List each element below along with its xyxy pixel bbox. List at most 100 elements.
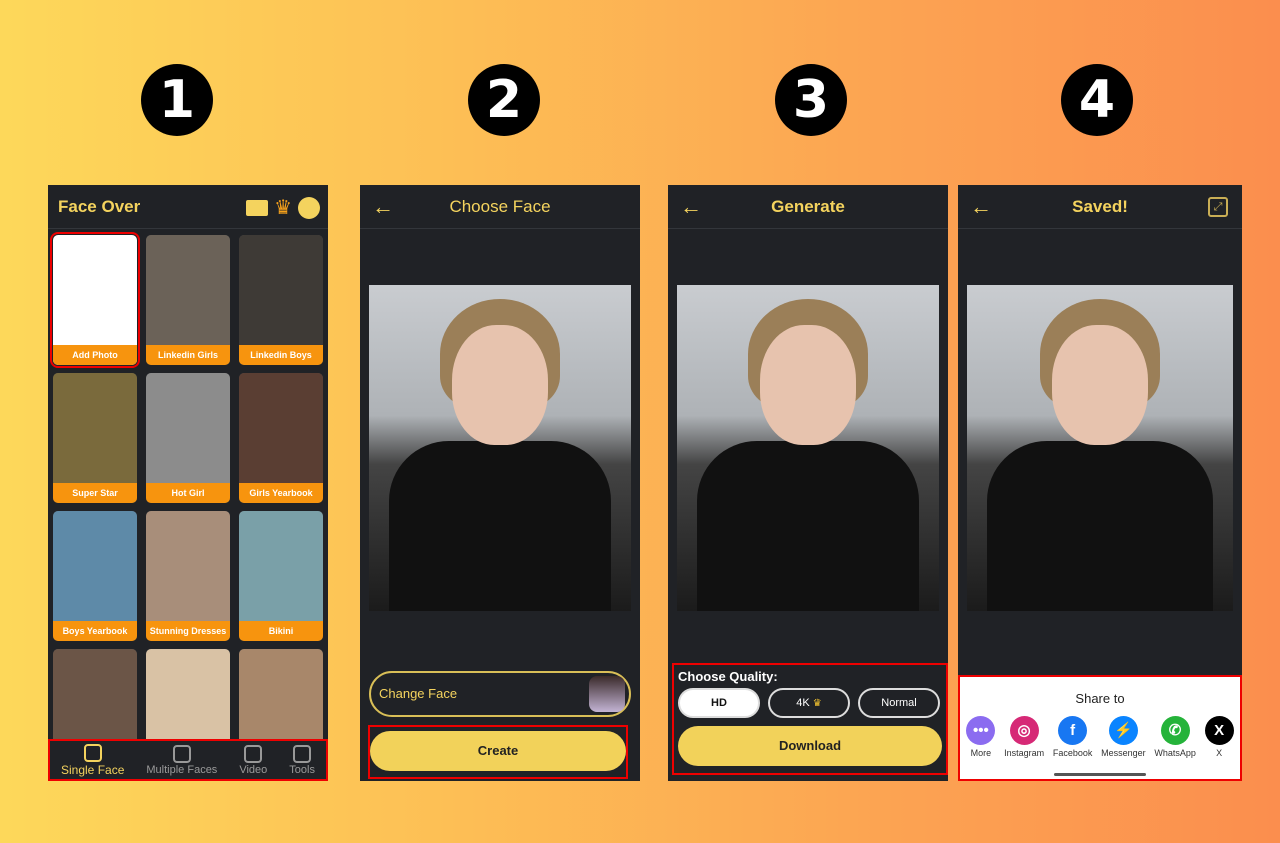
download-button[interactable]: Download	[678, 726, 942, 766]
back-arrow-icon[interactable]: ←	[372, 194, 394, 220]
create-highlight: Create	[368, 725, 628, 779]
template-card[interactable]: Girls Yearbook	[239, 373, 323, 503]
card-label: Stunning Dresses	[146, 621, 230, 641]
share-instagram[interactable]: ◎ Instagram	[1004, 716, 1044, 758]
card-label: Super Star	[53, 483, 137, 503]
messenger-icon: ⚡	[1108, 716, 1138, 745]
tools-icon	[293, 744, 312, 763]
card-label: Hot Girl	[146, 483, 230, 503]
expand-icon[interactable]: ⤢	[1208, 196, 1228, 217]
add-photo-card[interactable]: Add Photo	[50, 232, 140, 368]
template-card[interactable]: Linkedin Girls	[146, 235, 230, 365]
share-messenger[interactable]: ⚡ Messenger	[1101, 716, 1146, 758]
card-label: Boys Yearbook	[53, 621, 137, 641]
step-badge-4: 4	[1061, 64, 1133, 136]
template-thumbnail	[146, 511, 230, 621]
template-thumbnail	[53, 511, 137, 621]
facebook-icon: f	[1058, 716, 1088, 745]
screen-home: Face Over ♛ Add Photo Linkedin Girls Linke…	[48, 185, 328, 781]
generated-photo	[677, 285, 939, 611]
template-grid: Add Photo Linkedin Girls Linkedin Boys Supe…	[48, 232, 328, 779]
face-thumbnail	[589, 676, 625, 712]
nav-multiple-faces[interactable]: Multiple Faces	[146, 744, 218, 776]
app-header: Face Over ♛	[48, 185, 328, 229]
step-badge-3: 3	[775, 64, 847, 136]
share-x[interactable]: XX	[1204, 716, 1234, 758]
folder-icon[interactable]	[246, 199, 269, 216]
change-face-label: Change Face	[379, 686, 458, 701]
share-title: Share to	[1075, 691, 1125, 706]
card-label: Girls Yearbook	[239, 483, 323, 503]
template-thumbnail	[146, 373, 230, 483]
template-thumbnail	[239, 235, 323, 345]
share-more[interactable]: ••• More	[966, 716, 996, 758]
saved-photo	[967, 285, 1233, 611]
change-face-button[interactable]: Change Face	[369, 671, 631, 717]
template-card[interactable]: Bikini	[239, 511, 323, 641]
instagram-icon: ◎	[1009, 716, 1039, 745]
nav-label: Multiple Faces	[146, 763, 218, 776]
back-arrow-icon[interactable]: ←	[970, 194, 992, 220]
card-label: Linkedin Boys	[239, 345, 323, 365]
screen-generate: ← Generate Choose Quality: HD 4K ♛ Norma…	[668, 185, 948, 781]
home-indicator	[1054, 773, 1146, 776]
screen-title: Generate	[771, 196, 845, 216]
screen-title: Saved!	[1072, 196, 1128, 216]
whatsapp-icon: ✆	[1160, 716, 1190, 745]
quality-4k-label: 4K	[796, 697, 810, 709]
share-label: More	[970, 748, 992, 758]
share-label: Messenger	[1101, 748, 1146, 758]
quality-label: Choose Quality:	[678, 669, 778, 684]
share-facebook[interactable]: f Facebook	[1052, 716, 1093, 758]
single-face-icon	[83, 743, 102, 762]
template-card[interactable]: Super Star	[53, 373, 137, 503]
card-label: Bikini	[239, 621, 323, 641]
screen-title: Choose Face	[449, 196, 551, 216]
more-icon: •••	[966, 716, 996, 745]
source-photo	[369, 285, 631, 611]
step-badge-1: 1	[141, 64, 213, 136]
back-arrow-icon[interactable]: ←	[680, 194, 702, 220]
template-thumbnail	[239, 511, 323, 621]
header: ← Saved! ⤢	[958, 185, 1242, 229]
nav-label: Tools	[289, 763, 315, 776]
screen-saved: ← Saved! ⤢ Share to ••• More ◎ Instagram f Fa…	[958, 185, 1242, 781]
nav-tools[interactable]: Tools	[289, 744, 315, 776]
screen-choose-face: ← Choose Face Change Face Create	[360, 185, 640, 781]
nav-single-face[interactable]: Single Face	[61, 743, 125, 777]
card-label: Linkedin Girls	[146, 345, 230, 365]
header: ← Choose Face	[360, 185, 640, 229]
share-whatsapp[interactable]: ✆ WhatsApp	[1154, 716, 1196, 758]
share-label: Instagram	[1004, 748, 1045, 758]
template-thumbnail	[239, 373, 323, 483]
share-sheet: Share to ••• More ◎ Instagram f Facebook ⚡ Mess…	[958, 675, 1242, 781]
quality-4k[interactable]: 4K ♛	[768, 688, 850, 718]
share-label: WhatsApp	[1154, 748, 1196, 758]
create-button[interactable]: Create	[370, 731, 626, 771]
crown-icon: ♛	[812, 698, 822, 709]
multiple-faces-icon	[172, 744, 191, 763]
template-card[interactable]: Boys Yearbook	[53, 511, 137, 641]
account-icon[interactable]	[298, 196, 320, 219]
header: ← Generate	[668, 185, 948, 229]
template-thumbnail	[53, 373, 137, 483]
template-card[interactable]: Hot Girl	[146, 373, 230, 503]
template-card[interactable]: Linkedin Boys	[239, 235, 323, 365]
crown-icon[interactable]: ♛	[274, 195, 292, 220]
nav-video[interactable]: Video	[239, 744, 268, 776]
x-icon: X	[1204, 716, 1234, 745]
template-thumbnail	[146, 235, 230, 345]
card-label: Add Photo	[53, 345, 137, 365]
bottom-nav: Single Face Multiple Faces Video Tools	[48, 739, 328, 781]
step-badge-2: 2	[468, 64, 540, 136]
quality-hd[interactable]: HD	[678, 688, 760, 718]
app-title: Face Over	[58, 196, 141, 216]
quality-panel: Choose Quality: HD 4K ♛ Normal Download	[672, 663, 948, 775]
quality-normal[interactable]: Normal	[858, 688, 940, 718]
nav-label: Video	[239, 763, 268, 776]
nav-label: Single Face	[61, 762, 125, 777]
template-card[interactable]: Stunning Dresses	[146, 511, 230, 641]
video-icon	[244, 744, 263, 763]
share-label: X	[1216, 748, 1223, 758]
share-label: Facebook	[1052, 748, 1093, 758]
